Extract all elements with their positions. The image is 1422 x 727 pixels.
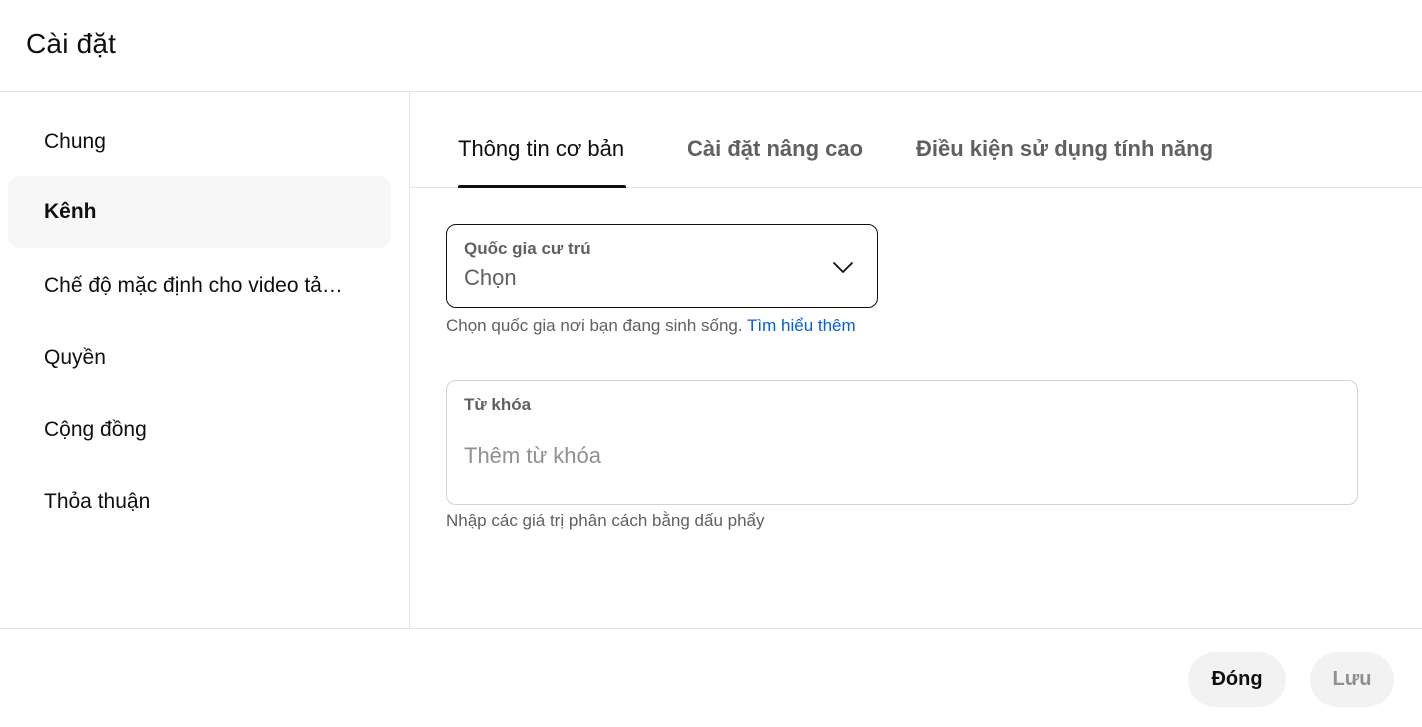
dialog-header: Cài đặt: [0, 0, 1422, 92]
tab-feature-eligibility[interactable]: Điều kiện sử dụng tính năng: [916, 92, 1213, 188]
settings-content: Thông tin cơ bản Cài đặt nâng cao Điều k…: [410, 92, 1422, 628]
settings-dialog: Cài đặt Chung Kênh Chế độ mặc định cho v…: [0, 0, 1422, 727]
tab-active-indicator: [458, 185, 626, 188]
sidebar-item-community[interactable]: Cộng đồng: [8, 394, 391, 466]
sidebar-item-permissions[interactable]: Quyền: [8, 322, 391, 394]
tab-label: Điều kiện sử dụng tính năng: [916, 136, 1214, 161]
country-helper-text: Chọn quốc gia nơi bạn đang sinh sống. Tì…: [446, 316, 856, 336]
sidebar-item-label: Quyền: [44, 346, 106, 369]
dialog-footer: Đóng Lưu: [0, 628, 1422, 727]
country-select-value: Chọn: [464, 265, 517, 290]
country-helper-message: Chọn quốc gia nơi bạn đang sinh sống.: [446, 316, 743, 335]
tab-bar: Thông tin cơ bản Cài đặt nâng cao Điều k…: [410, 92, 1422, 188]
country-select[interactable]: Quốc gia cư trú Chọn: [446, 224, 878, 308]
keywords-field-label: Từ khóa: [464, 395, 532, 414]
sidebar-item-label: Chế độ mặc định cho video tải lên: [44, 274, 344, 297]
tab-label: Cài đặt nâng cao: [687, 136, 864, 161]
settings-sidebar: Chung Kênh Chế độ mặc định cho video tải…: [0, 92, 410, 628]
tab-label: Thông tin cơ bản: [458, 136, 625, 161]
sidebar-item-label: Cộng đồng: [44, 418, 147, 441]
tab-advanced-settings[interactable]: Cài đặt nâng cao: [687, 92, 863, 188]
save-button[interactable]: Lưu: [1310, 652, 1394, 707]
sidebar-item-upload-defaults[interactable]: Chế độ mặc định cho video tải lên: [8, 250, 391, 322]
chevron-down-icon: [833, 262, 853, 273]
sidebar-item-label: Thỏa thuận: [44, 490, 151, 513]
sidebar-item-label: Chung: [44, 130, 106, 153]
sidebar-item-label: Kênh: [44, 200, 97, 223]
tab-basic-info[interactable]: Thông tin cơ bản: [458, 92, 626, 188]
dialog-title: Cài đặt: [26, 28, 117, 59]
country-select-label: Quốc gia cư trú: [464, 239, 591, 258]
sidebar-item-agreements[interactable]: Thỏa thuận: [8, 466, 391, 538]
keywords-helper-text: Nhập các giá trị phân cách bằng dấu phẩy: [446, 511, 765, 530]
learn-more-link[interactable]: Tìm hiểu thêm: [747, 316, 856, 335]
sidebar-item-channel[interactable]: Kênh: [8, 176, 391, 248]
close-button[interactable]: Đóng: [1188, 652, 1286, 707]
keywords-input[interactable]: [464, 441, 1324, 471]
sidebar-item-general[interactable]: Chung: [8, 106, 391, 178]
keywords-field: Từ khóa: [446, 380, 1358, 505]
